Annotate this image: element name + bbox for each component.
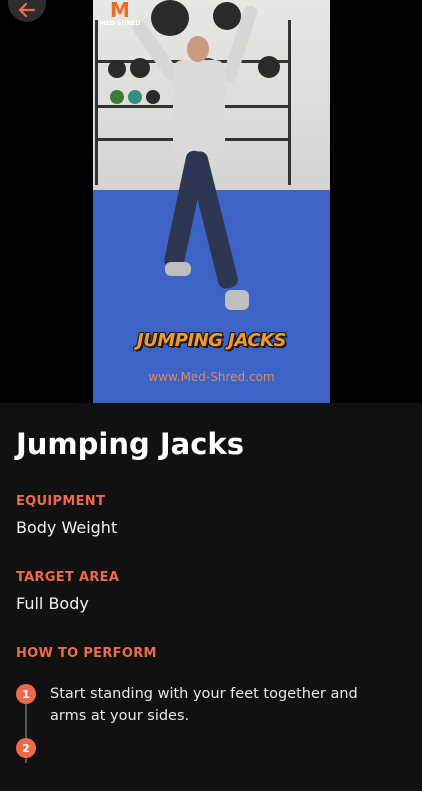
step-number-badge: 2 bbox=[16, 738, 36, 758]
person-shoe bbox=[225, 290, 249, 310]
step-item: 2 bbox=[16, 737, 406, 791]
logo-text: MED-SHRED bbox=[99, 20, 141, 27]
video-title-overlay: JUMPING JACKS bbox=[137, 330, 286, 351]
video-area[interactable]: M MED-SHRED JUMPING JACKS www.Med-Shred.… bbox=[0, 0, 422, 403]
step-text: Start standing with your feet together a… bbox=[50, 686, 358, 724]
how-to-perform-heading: HOW TO PERFORM bbox=[16, 646, 157, 661]
target-area-heading: TARGET AREA bbox=[16, 570, 120, 585]
arrow-left-icon bbox=[18, 2, 36, 18]
back-button[interactable] bbox=[8, 0, 46, 22]
exercise-video[interactable]: M MED-SHRED JUMPING JACKS www.Med-Shred.… bbox=[93, 0, 330, 403]
step-number-badge: 1 bbox=[16, 684, 36, 704]
equipment-heading: EQUIPMENT bbox=[16, 494, 106, 509]
person-head bbox=[187, 36, 209, 62]
med-shred-logo: M MED-SHRED bbox=[97, 0, 143, 30]
equipment-value: Body Weight bbox=[16, 518, 118, 537]
exercise-details: Jumping Jacks EQUIPMENT Body Weight TARG… bbox=[16, 403, 406, 763]
person-shoe bbox=[165, 262, 191, 276]
person-torso bbox=[173, 60, 225, 158]
steps-list: 1 Start standing with your feet together… bbox=[16, 683, 406, 791]
logo-mark: M bbox=[110, 0, 130, 22]
video-watermark: www.Med-Shred.com bbox=[148, 370, 275, 384]
target-area-value: Full Body bbox=[16, 594, 89, 613]
step-item: 1 Start standing with your feet together… bbox=[16, 683, 406, 737]
exercise-title: Jumping Jacks bbox=[16, 427, 244, 461]
